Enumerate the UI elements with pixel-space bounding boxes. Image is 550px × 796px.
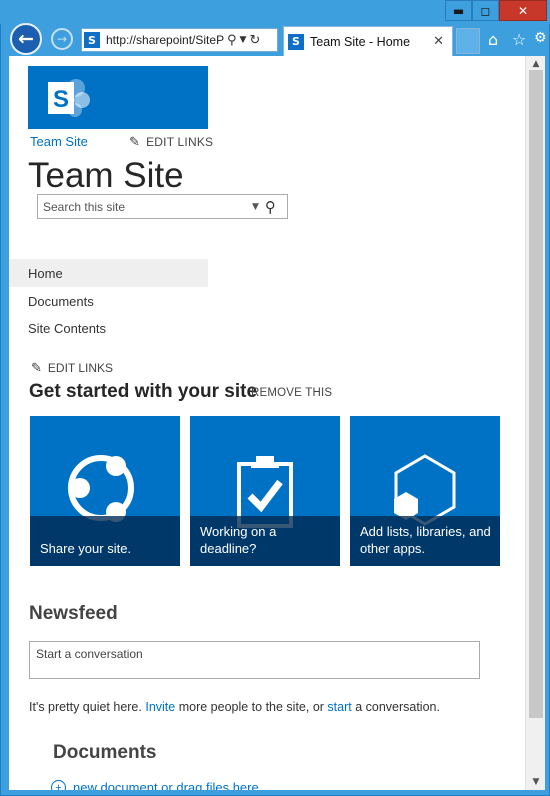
quick-launch-site-contents[interactable]: Site Contents <box>9 314 208 342</box>
remove-this-link[interactable]: REMOVE THIS <box>251 387 332 399</box>
tile-caption: Add lists, libraries, and other apps. <box>350 516 500 566</box>
new-document-link[interactable]: + new document or drag files here <box>51 780 259 790</box>
tile-caption: Share your site. <box>30 516 180 566</box>
site-logo[interactable]: S <box>28 66 208 129</box>
breadcrumb-team-site-link[interactable]: Team Site <box>30 134 88 149</box>
scrollbar-thumb[interactable] <box>529 70 543 718</box>
maximize-button[interactable]: ◻ <box>472 0 499 21</box>
documents-heading: Documents <box>53 742 157 763</box>
pencil-icon: ✎ <box>31 360 42 375</box>
tab-title: Team Site - Home <box>310 34 411 49</box>
tab-close-icon[interactable]: ✕ <box>433 34 444 49</box>
forward-button[interactable]: → <box>51 28 73 50</box>
search-icon[interactable]: ⚲ <box>227 33 237 48</box>
quiet-text: a conversation. <box>351 700 440 714</box>
arrow-right-icon: → <box>56 32 68 46</box>
search-scope-dropdown-icon[interactable]: ▼ <box>252 202 259 212</box>
close-button[interactable]: ✕ <box>499 0 547 21</box>
sharepoint-logo-icon: S <box>48 79 90 117</box>
edit-links-label: EDIT LINKS <box>146 135 214 149</box>
svg-text:S: S <box>53 86 69 113</box>
search-input[interactable] <box>43 199 248 214</box>
title-bar: ▬ ◻ ✕ <box>0 0 550 24</box>
address-url[interactable]: http://sharepoint/SiteP <box>106 33 224 47</box>
browser-toolbar: ← → S http://sharepoint/SiteP ⚲ ▼ ↻ S Te… <box>1 22 549 56</box>
refresh-icon[interactable]: ↻ <box>249 33 260 48</box>
quiet-text: It's pretty quiet here. <box>29 700 146 714</box>
new-tab-button[interactable] <box>456 28 480 54</box>
browser-tab[interactable]: S Team Site - Home ✕ <box>283 26 453 56</box>
page-scrollbar[interactable]: ▲ ▼ <box>525 56 545 790</box>
back-button[interactable]: ← <box>10 23 42 55</box>
tile-deadline[interactable]: Working on a deadline? <box>190 416 340 566</box>
quick-launch-home[interactable]: Home <box>9 259 208 287</box>
settings-gear-icon[interactable]: ⚙ <box>534 30 547 46</box>
start-conversation-box[interactable] <box>29 641 480 679</box>
sharepoint-favicon-icon: S <box>288 33 304 50</box>
sharepoint-favicon-icon: S <box>84 32 100 48</box>
scroll-down-icon[interactable]: ▼ <box>526 774 546 790</box>
favorites-star-icon[interactable]: ☆ <box>512 30 526 49</box>
edit-links-top[interactable]: ✎ EDIT LINKS <box>129 134 213 150</box>
arrow-left-icon: ← <box>18 28 34 50</box>
newsfeed-heading: Newsfeed <box>29 603 118 624</box>
plus-circle-icon: + <box>51 780 66 790</box>
search-icon[interactable]: ⚲ <box>265 198 276 216</box>
home-icon[interactable]: ⌂ <box>488 30 498 49</box>
get-started-heading: Get started with your site <box>29 381 258 402</box>
dropdown-icon[interactable]: ▼ <box>240 35 247 45</box>
page-viewport: S Team Site ✎ EDIT LINKS Team Site ▼ ⚲ H… <box>9 56 525 790</box>
start-conversation-link[interactable]: start <box>327 700 351 714</box>
minimize-button[interactable]: ▬ <box>445 0 472 21</box>
quick-launch-documents[interactable]: Documents <box>9 287 208 315</box>
site-search[interactable]: ▼ ⚲ <box>37 194 288 219</box>
edit-links-quick-launch[interactable]: ✎ EDIT LINKS <box>31 360 113 376</box>
new-document-label: new document or drag files here <box>73 780 259 790</box>
newsfeed-empty-message: It's pretty quiet here. Invite more peop… <box>29 700 440 714</box>
page-title: Team Site <box>28 156 184 195</box>
tile-add-apps[interactable]: Add lists, libraries, and other apps. <box>350 416 500 566</box>
tile-share-site[interactable]: Share your site. <box>30 416 180 566</box>
quiet-text: more people to the site, or <box>175 700 328 714</box>
edit-links-label: EDIT LINKS <box>47 361 114 375</box>
pencil-icon: ✎ <box>129 134 141 149</box>
tile-caption: Working on a deadline? <box>190 516 340 566</box>
conversation-input[interactable] <box>36 647 473 673</box>
address-bar[interactable]: S http://sharepoint/SiteP ⚲ ▼ ↻ <box>81 28 278 52</box>
invite-link[interactable]: Invite <box>145 700 175 714</box>
